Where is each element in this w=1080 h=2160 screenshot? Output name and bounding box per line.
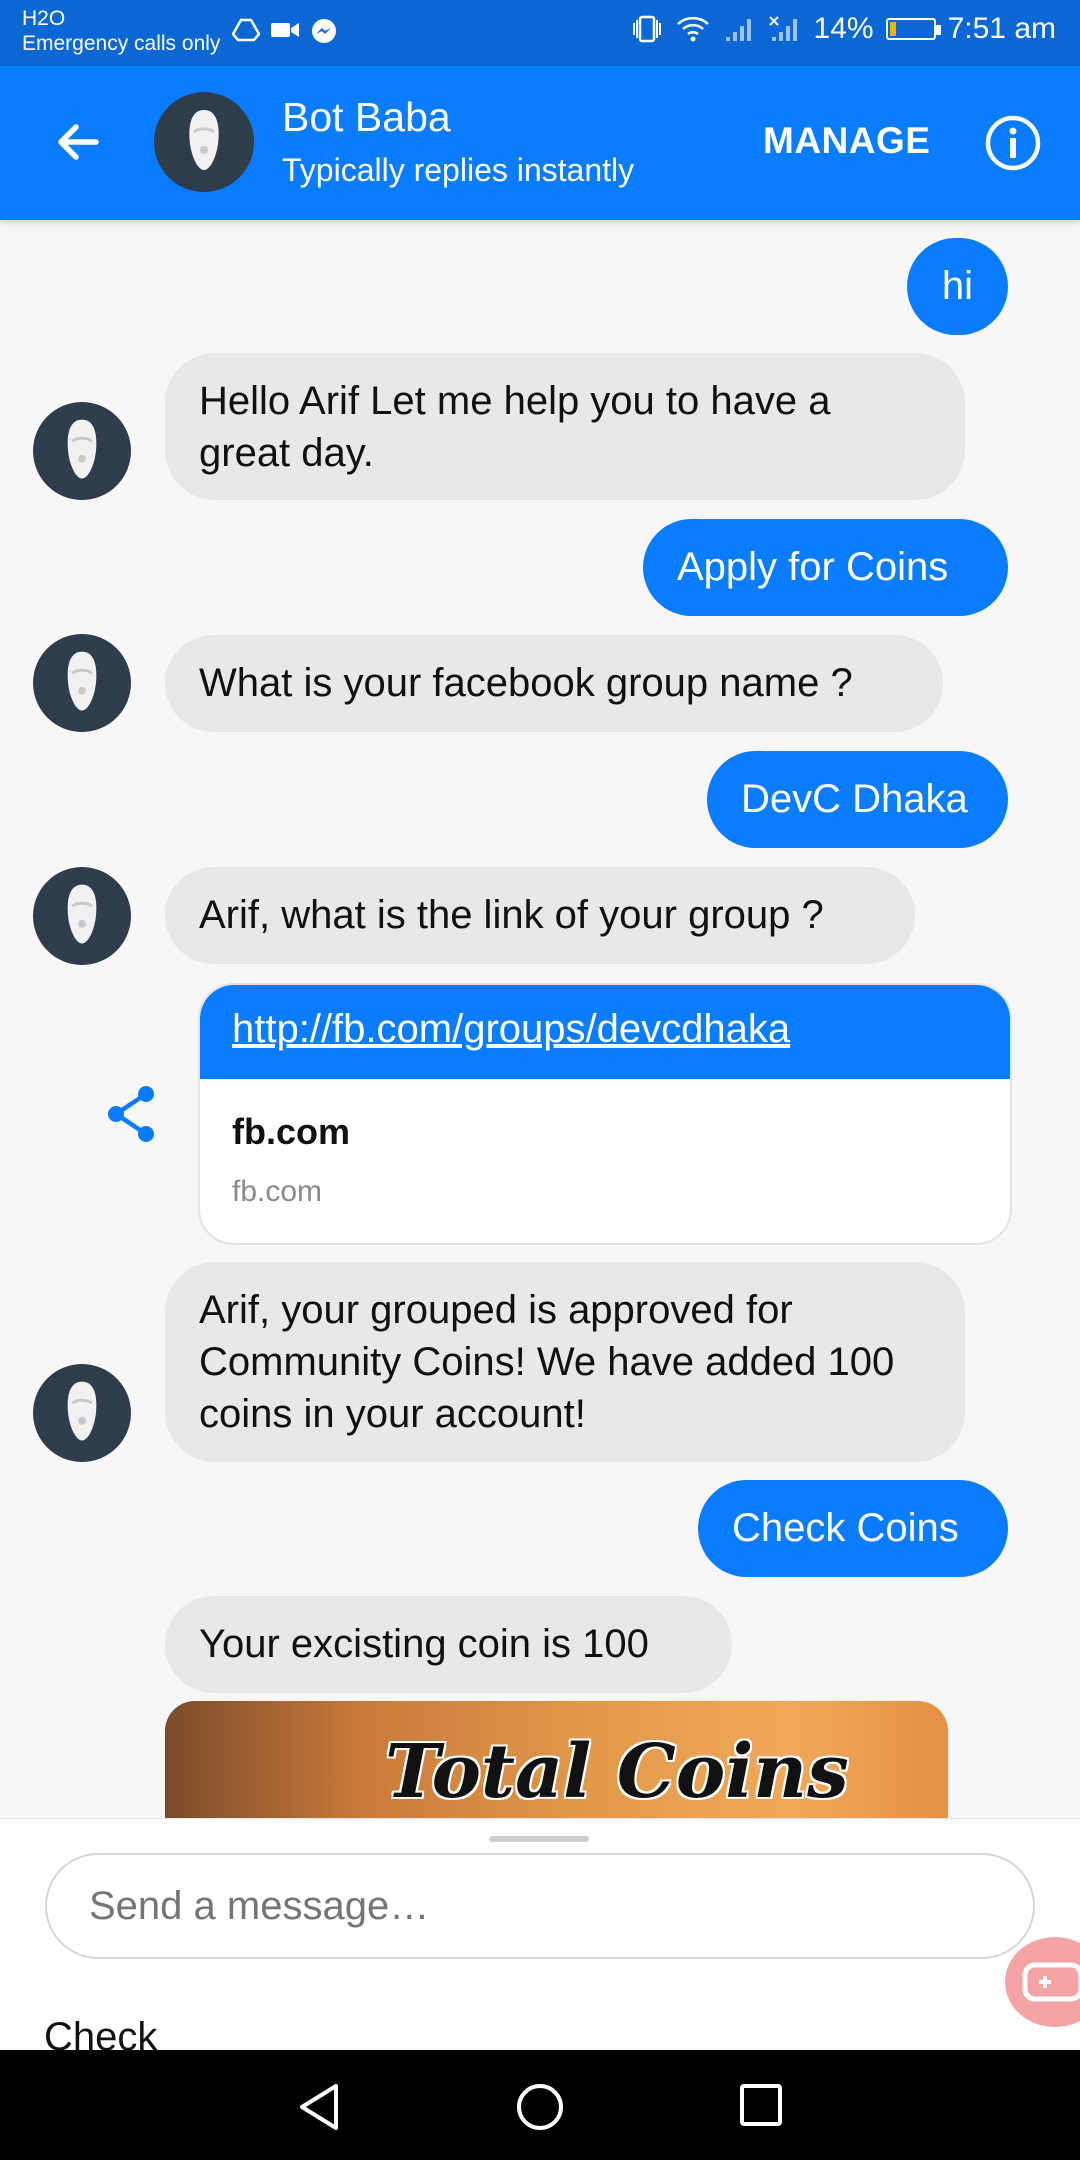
nav-home-icon[interactable] bbox=[515, 2082, 565, 2132]
status-bar: H2O Emergency calls only 14% 7:51 am bbox=[0, 0, 1080, 66]
messenger-icon bbox=[312, 19, 336, 43]
chat-header: Bot Baba Typically replies instantly MAN… bbox=[0, 66, 1080, 220]
network-note: Emergency calls only bbox=[22, 32, 221, 55]
message-outgoing[interactable]: Apply for Coins bbox=[643, 519, 1008, 616]
arrow-left-icon[interactable] bbox=[48, 112, 108, 172]
bot-avatar[interactable] bbox=[154, 92, 254, 192]
clock: 7:51 am bbox=[947, 12, 1056, 45]
vibrate-icon bbox=[632, 15, 661, 43]
drawer-handle[interactable] bbox=[489, 1836, 589, 1842]
message-input[interactable] bbox=[45, 1853, 1035, 1959]
link-preview-card[interactable]: http://fb.com/groups/devcdhaka fb.com fb… bbox=[198, 983, 1012, 1245]
signal-x-icon bbox=[768, 16, 797, 41]
message-incoming[interactable]: Arif, your grouped is approved for Commu… bbox=[165, 1262, 965, 1462]
video-icon bbox=[271, 23, 299, 37]
message-incoming[interactable]: Your excisting coin is 100 bbox=[165, 1596, 732, 1693]
battery-percent: 14% bbox=[813, 12, 874, 45]
composer: Check bbox=[0, 1818, 1080, 2059]
notification-icons bbox=[232, 18, 338, 46]
message-incoming[interactable]: Hello Arif Let me help you to have a gre… bbox=[165, 353, 965, 500]
bot-figure-icon bbox=[189, 110, 219, 170]
total-coins-image[interactable]: Total Coins bbox=[165, 1701, 948, 1818]
message-incoming[interactable]: Arif, what is the link of your group ? bbox=[165, 867, 915, 964]
game-icon-glyph bbox=[1022, 1962, 1080, 2002]
drive-icon bbox=[232, 18, 260, 42]
bot-figure-icon bbox=[67, 1381, 97, 1441]
status-right: 14% 7:51 am bbox=[630, 12, 1056, 46]
message-list[interactable]: hi Hello Arif Let me help you to have a … bbox=[0, 220, 1080, 1818]
share-icon[interactable] bbox=[104, 1084, 158, 1144]
battery-fill bbox=[889, 22, 896, 36]
bot-avatar bbox=[33, 867, 131, 965]
info-icon[interactable] bbox=[984, 114, 1042, 172]
bot-figure-icon bbox=[67, 884, 97, 944]
message-outgoing[interactable]: DevC Dhaka bbox=[707, 751, 1008, 848]
nav-back-icon[interactable] bbox=[296, 2082, 342, 2132]
system-nav-bar bbox=[0, 2050, 1080, 2160]
message-outgoing[interactable]: Check Coins bbox=[698, 1480, 1008, 1577]
link-body: fb.com fb.com bbox=[200, 1079, 1010, 1241]
link-url[interactable]: http://fb.com/groups/devcdhaka bbox=[200, 985, 1010, 1079]
wifi-icon bbox=[676, 16, 709, 42]
status-left: H2O Emergency calls only bbox=[22, 6, 336, 56]
signal-icon bbox=[725, 19, 751, 41]
bot-avatar bbox=[33, 634, 131, 732]
bot-figure-icon bbox=[67, 651, 97, 711]
image-caption: Total Coins bbox=[385, 1729, 849, 1815]
chat-subtitle: Typically replies instantly bbox=[282, 152, 635, 188]
bot-figure-icon bbox=[67, 419, 97, 479]
chat-title: Bot Baba bbox=[282, 94, 451, 140]
game-controller-icon[interactable] bbox=[1005, 1937, 1080, 2027]
nav-recents-icon[interactable] bbox=[738, 2082, 784, 2128]
message-outgoing[interactable]: hi bbox=[907, 238, 1008, 335]
message-incoming[interactable]: What is your facebook group name ? bbox=[165, 635, 943, 732]
bot-avatar bbox=[33, 402, 131, 500]
link-title: fb.com bbox=[232, 1111, 351, 1152]
link-domain: fb.com bbox=[232, 1175, 323, 1208]
carrier-name: H2O bbox=[22, 7, 66, 30]
manage-button[interactable]: MANAGE bbox=[763, 120, 930, 162]
battery-icon bbox=[885, 18, 941, 40]
bot-avatar bbox=[33, 1364, 131, 1462]
